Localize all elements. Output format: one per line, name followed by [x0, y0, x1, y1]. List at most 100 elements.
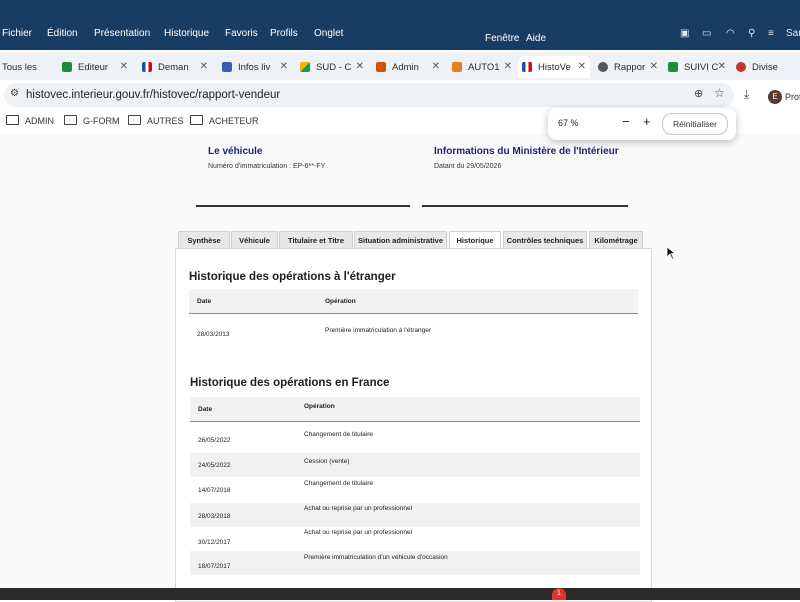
menu-edition[interactable]: Édition: [47, 28, 78, 39]
vehicle-card-title: Le véhicule: [208, 146, 263, 157]
notification-badge: 1: [552, 588, 566, 600]
site-settings-icon[interactable]: ⚙: [10, 88, 19, 99]
column-header-operation: Opération: [325, 298, 356, 305]
profile-label[interactable]: Prof: [785, 92, 800, 102]
vehicle-card: Le véhicule Numéro d'immatriculation : E…: [196, 140, 410, 207]
bookmark-folder-admin[interactable]: ADMIN: [6, 115, 54, 126]
browser-tab[interactable]: SUIVI C ✕: [664, 56, 730, 78]
close-tab-icon[interactable]: ✕: [200, 61, 208, 72]
bookmark-star-icon[interactable]: ☆: [714, 86, 725, 100]
tab-title: SUIVI C: [684, 62, 719, 73]
menu-profils[interactable]: Profils: [270, 28, 298, 39]
close-tab-icon[interactable]: ✕: [356, 61, 364, 72]
spotlight-search-icon[interactable]: ⚲: [748, 28, 755, 39]
close-tab-icon[interactable]: ✕: [650, 61, 658, 72]
browser-tab[interactable]: Infos liv ✕: [218, 56, 292, 78]
folder-icon: [6, 115, 19, 125]
column-header-operation: Opération: [304, 403, 335, 410]
history-panel: Historique des opérations à l'étranger D…: [175, 248, 652, 602]
row-date: 28/03/2013: [197, 331, 230, 338]
row-date: 18/07/2017: [198, 563, 231, 570]
browser-tab[interactable]: Editeur ✕: [58, 56, 132, 78]
french-flag-icon: [142, 62, 152, 72]
french-flag-icon: [522, 62, 532, 72]
browser-tab[interactable]: Tous les: [0, 56, 48, 78]
column-header-date: Date: [198, 406, 213, 413]
bookmark-folder-autres[interactable]: AUTRES: [128, 115, 184, 126]
close-tab-icon[interactable]: ✕: [504, 61, 512, 72]
menu-aide[interactable]: Aide: [526, 33, 546, 44]
table-row: 30/12/2017 Achat ou reprise par un profe…: [190, 527, 640, 551]
camera-status-icon[interactable]: ▣: [680, 28, 689, 39]
control-center-icon[interactable]: ≡: [768, 28, 774, 39]
close-tab-icon[interactable]: ✕: [718, 61, 726, 72]
row-operation: Cession (vente): [304, 458, 350, 465]
browser-tab[interactable]: Rappor ✕: [594, 56, 662, 78]
zoom-out-button[interactable]: −: [622, 114, 630, 129]
row-operation: Première immatriculation à l'étranger: [325, 327, 432, 334]
menu-favoris[interactable]: Favoris: [225, 28, 258, 39]
auto1-icon: [452, 62, 462, 72]
address-bar-row: ⚙ histovec.interieur.gouv.fr/histovec/ra…: [0, 80, 800, 110]
zoom-in-button[interactable]: +: [643, 114, 651, 129]
spreadsheet-icon: [668, 62, 678, 72]
browser-tab[interactable]: Admin ✕: [372, 56, 444, 78]
folder-icon: [190, 115, 203, 125]
table-icon: [222, 62, 232, 72]
table-row: 26/05/2022 Changement de titulaire: [190, 429, 640, 453]
menu-fichier[interactable]: Fichier: [2, 28, 32, 39]
menu-onglet[interactable]: Onglet: [314, 28, 343, 39]
browser-tab[interactable]: AUTO1 ✕: [448, 56, 516, 78]
folder-icon: [64, 115, 77, 125]
browser-tab[interactable]: Divise: [732, 56, 800, 78]
ministry-date: Datant du 29/05/2026: [434, 163, 502, 170]
menu-bar: Fichier Édition Présentation Historique …: [0, 0, 800, 50]
profile-avatar[interactable]: E: [768, 90, 782, 104]
tab-title: Deman: [158, 62, 189, 73]
wifi-icon[interactable]: ◠: [726, 28, 735, 39]
heart-icon: [736, 62, 746, 72]
row-operation: Changement de titulaire: [304, 431, 374, 438]
row-date: 26/05/2022: [198, 437, 231, 444]
row-date: 24/05/2022: [198, 462, 231, 469]
menu-fenetre[interactable]: Fenêtre: [485, 33, 519, 44]
battery-icon[interactable]: ▭: [702, 28, 711, 39]
foreign-table-header: Date Opération: [189, 289, 638, 314]
browser-tab[interactable]: Deman ✕: [138, 56, 212, 78]
menu-historique[interactable]: Historique: [164, 28, 209, 39]
admin-icon: [376, 62, 386, 72]
row-date: 14/07/2018: [198, 487, 231, 494]
browser-tab-bar: Tous les Editeur ✕ Deman ✕ Infos liv ✕ SUD …: [0, 52, 800, 80]
france-history-title: Historique des opérations en France: [190, 377, 390, 389]
row-operation: Achat ou reprise par un professionnel: [304, 505, 413, 512]
address-bar[interactable]: ⚙ histovec.interieur.gouv.fr/histovec/ra…: [4, 83, 734, 107]
table-row: 28/03/2018 Achat ou reprise par un profe…: [190, 503, 640, 527]
tab-title: HistoVe: [538, 62, 571, 73]
close-tab-icon[interactable]: ✕: [578, 61, 586, 72]
dock: [0, 588, 800, 600]
bookmark-folder-gform[interactable]: G-FORM: [64, 115, 120, 126]
close-tab-icon[interactable]: ✕: [120, 61, 128, 72]
menu-presentation[interactable]: Présentation: [94, 28, 150, 39]
spreadsheet-icon: [62, 62, 72, 72]
tab-title: SUD - C: [316, 62, 352, 73]
url-text[interactable]: histovec.interieur.gouv.fr/histovec/rapp…: [26, 89, 280, 101]
ministry-card-title: Informations du Ministère de l'Intérieur: [434, 146, 619, 157]
bookmark-folder-acheteur[interactable]: ACHETEUR: [190, 115, 259, 126]
table-row: 28/03/2013 Première immatriculation à l'…: [189, 323, 638, 347]
browser-tab-active[interactable]: HistoVe ✕: [518, 56, 590, 78]
menu-user[interactable]: Sam: [786, 28, 800, 39]
close-tab-icon[interactable]: ✕: [432, 61, 440, 72]
table-row: 18/07/2017 Première immatriculation d'un…: [190, 551, 640, 575]
column-header-date: Date: [197, 298, 212, 305]
zoom-reset-button[interactable]: Réinitialiser: [662, 113, 728, 135]
row-operation: Achat ou reprise par un professionnel: [304, 529, 413, 536]
row-operation: Première immatriculation d'un véhicule d…: [304, 554, 448, 561]
zoom-icon[interactable]: ⊕: [694, 87, 703, 100]
browser-tab[interactable]: SUD - C ✕: [296, 56, 368, 78]
tab-title: Admin: [392, 62, 419, 73]
ministry-card: Informations du Ministère de l'Intérieur…: [422, 140, 628, 207]
mouse-cursor-icon: [666, 246, 676, 260]
download-icon[interactable]: ⤓: [744, 87, 749, 102]
close-tab-icon[interactable]: ✕: [280, 61, 288, 72]
